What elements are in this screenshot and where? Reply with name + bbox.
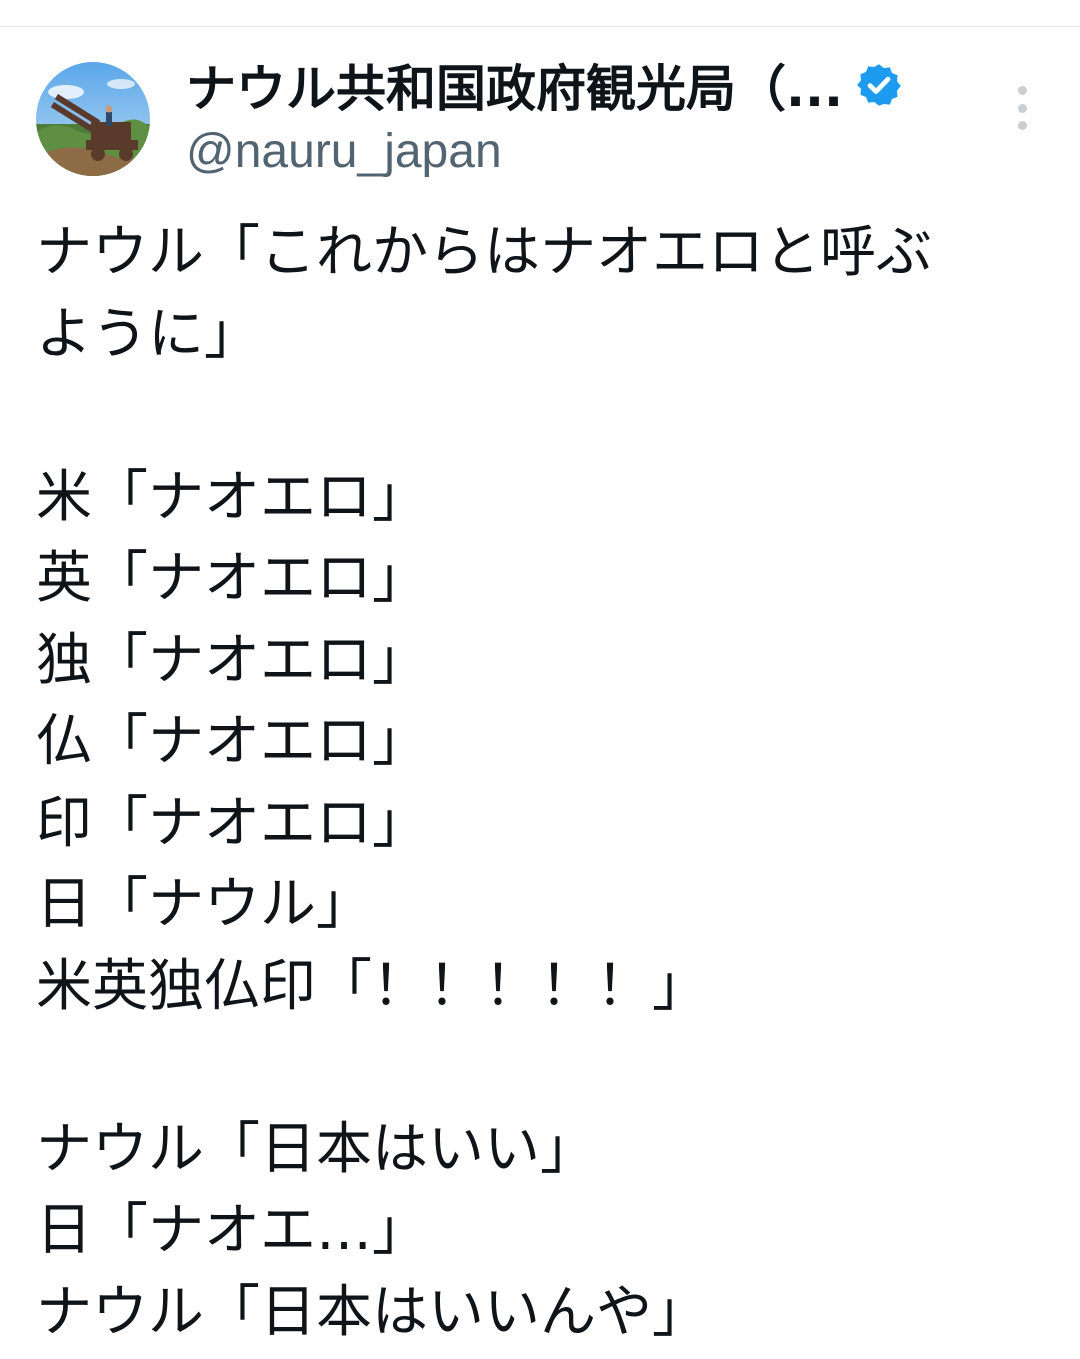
author-name-row[interactable]: ナウル共和国政府観光局（... <box>186 54 903 118</box>
author-handle[interactable]: @nauru_japan <box>186 124 502 179</box>
tweet-text-line: 米「ナオエロ」 <box>36 464 428 530</box>
more-dot <box>1017 103 1027 113</box>
tweet-text-line: 印「ナオエロ」 <box>36 790 428 856</box>
author-display-name[interactable]: ナウル共和国政府観光局（... <box>186 49 843 121</box>
tweet-text-line: 独「ナオエロ」 <box>36 627 428 693</box>
avatar[interactable] <box>36 62 150 176</box>
verified-badge-icon <box>855 61 903 109</box>
avatar-image <box>36 62 150 176</box>
tweet-text-line: 日「ナオエ…」 <box>36 1198 428 1263</box>
tweet-text-line: ように」 <box>36 301 260 367</box>
tweet-text-line: 米英独仏印「！！！！！」 <box>36 953 708 1019</box>
tweet-text-line: 仏「ナオエロ」 <box>36 709 428 774</box>
tweet-text-blank-line <box>36 1027 1046 1109</box>
tweet-text-line: 日「ナウル」 <box>36 872 372 937</box>
top-divider <box>0 26 1080 27</box>
tweet-text-line: ナウル「日本はいい」 <box>36 1116 596 1182</box>
tweet-text: ナウル「これからはナオエロと呼ぶ ように」 米「ナオエロ」 英「ナオエロ」 独「… <box>36 212 1046 1353</box>
tweet-text-line: 英「ナオエロ」 <box>36 546 428 611</box>
more-dot <box>1017 121 1027 130</box>
tweet-text-line: ナウル「これからはナオエロと呼ぶ <box>36 220 932 285</box>
more-options-icon[interactable] <box>1004 86 1040 130</box>
more-dot <box>1017 86 1027 95</box>
tweet-text-line: ナウル「日本はいいんや」 <box>36 1279 708 1345</box>
tweet-text-blank-line <box>36 375 1046 457</box>
